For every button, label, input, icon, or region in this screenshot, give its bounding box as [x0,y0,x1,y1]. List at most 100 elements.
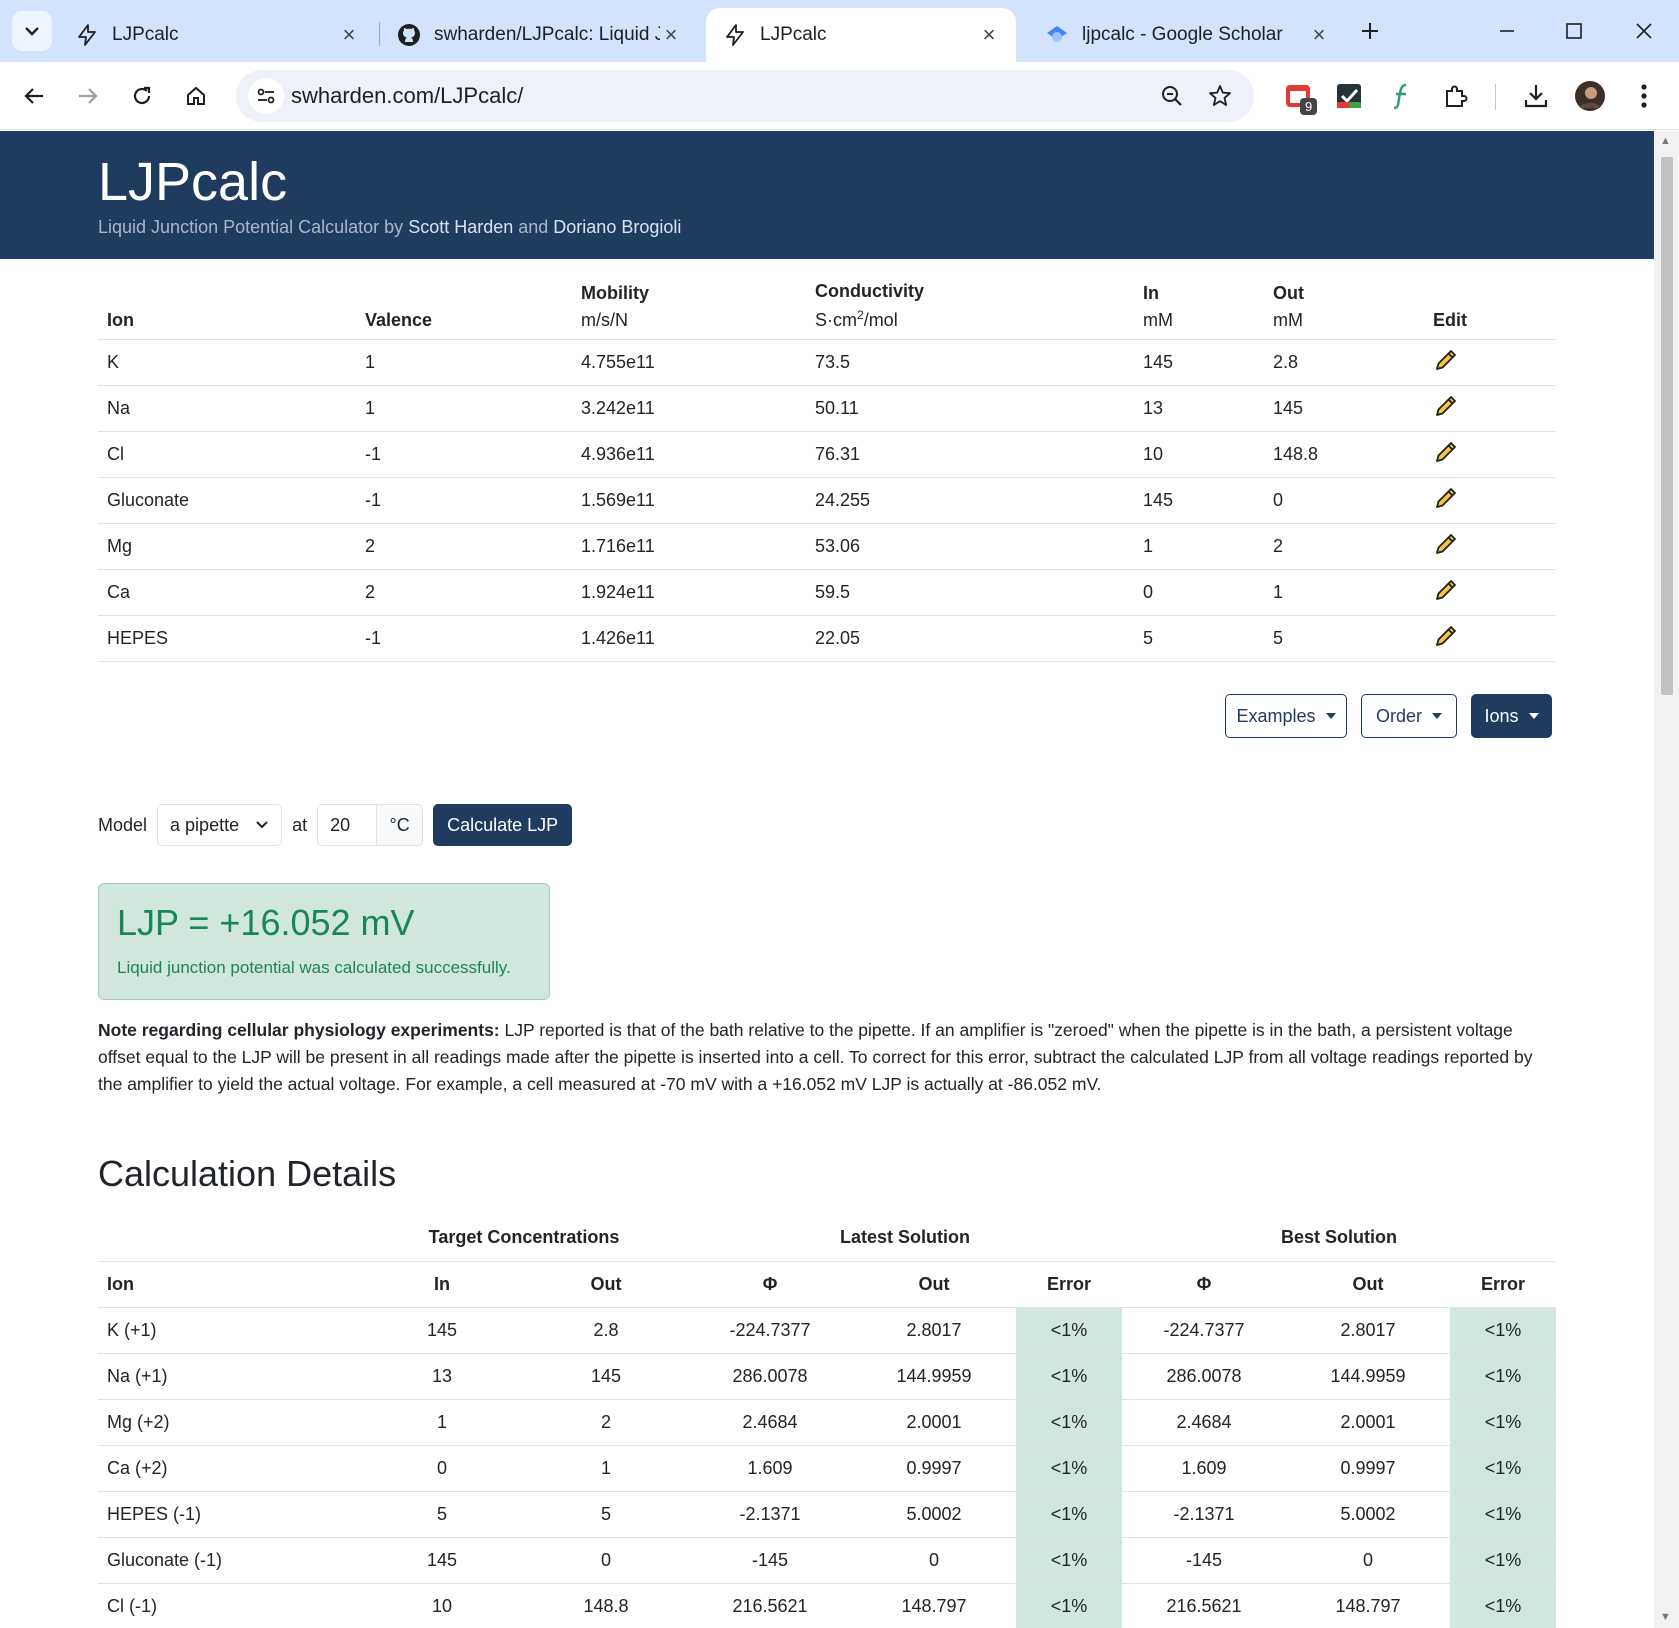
col-target-in: In [360,1261,524,1308]
temperature-input[interactable]: 20 [317,804,378,846]
pencil-edit-icon[interactable] [1433,531,1459,557]
detail-cell-latest-error: <1% [1016,1537,1122,1584]
ion-cell-out: 2.8 [1264,339,1424,386]
out-unit: mM [1273,309,1303,330]
downloads-button[interactable] [1518,78,1554,114]
detail-cell-target-in: 0 [360,1445,524,1492]
minimize-button[interactable] [1487,12,1527,50]
maximize-button[interactable] [1554,12,1594,50]
ion-cell-conductivity: 22.05 [806,615,1134,662]
maximize-icon [1566,23,1582,39]
detail-cell-target-out: 1 [524,1445,688,1492]
col-ion: Ion [98,1261,360,1308]
detail-cell-best-error: <1% [1450,1583,1556,1628]
ions-dropdown-button[interactable]: Ions [1471,694,1552,738]
new-tab-button[interactable] [1350,12,1390,50]
detail-row: Gluconate (-1) 145 0 -145 0 <1% -145 0 <1% [98,1537,1556,1584]
checkbox-extension-icon [1337,84,1361,108]
pencil-edit-icon[interactable] [1433,485,1459,511]
close-icon[interactable]: × [660,22,682,47]
pencil-edit-icon[interactable] [1433,439,1459,465]
pencil-edit-icon[interactable] [1433,393,1459,419]
column-header-row: Ion In Out Φ Out Error Φ Out Error [98,1261,1556,1308]
scroll-up-arrow-icon[interactable]: ▲ [1660,135,1671,147]
ion-cell-conductivity: 73.5 [806,339,1134,386]
order-dropdown-button[interactable]: Order [1361,694,1457,738]
ion-cell-in: 10 [1134,431,1264,478]
ljp-result-value: LJP = +16.052 mV [117,902,415,943]
site-info-icon[interactable] [248,78,284,114]
tab-2[interactable]: swharden/LJPcalc: Liquid Ju × [380,8,698,62]
close-icon [1636,23,1652,39]
group-target-concentrations: Target Concentrations [360,1215,688,1262]
detail-row: K (+1) 145 2.8 -224.7377 2.8017 <1% -224.7377 2… [98,1307,1556,1354]
ion-cell-ion: HEPES [98,615,356,662]
author-link-scott-harden[interactable]: Scott Harden [408,217,513,237]
note-heading: Note regarding cellular physiology exper… [98,1020,500,1040]
tab-search-button[interactable] [12,11,52,51]
group-best-solution: Best Solution [1122,1215,1556,1262]
ion-cell-valence: -1 [356,477,572,524]
home-icon [187,86,205,105]
model-select[interactable]: a pipette [157,804,283,846]
forward-button[interactable] [66,74,110,118]
ion-cell-mobility: 1.716e11 [572,523,806,570]
bookmark-star-icon[interactable] [1204,80,1236,112]
detail-cell-target-in: 145 [360,1307,524,1354]
close-icon[interactable]: × [978,22,1000,47]
caret-down-icon [1528,713,1539,719]
close-icon[interactable]: × [1308,22,1330,47]
detail-cell-ion: Cl (-1) [98,1583,360,1628]
page-title: LJPcalc [98,152,288,212]
ion-cell-conductivity: 50.11 [806,385,1134,432]
detail-cell-best-out: 2.0001 [1286,1399,1450,1446]
detail-cell-best-phi: 2.4684 [1122,1399,1286,1446]
caret-down-icon [1432,713,1442,719]
scrollbar-thumb[interactable] [1661,157,1673,695]
extension-todo-button[interactable] [1331,78,1367,114]
detail-cell-best-out: 5.0002 [1286,1491,1450,1538]
extension-badge: 9 [1300,98,1318,115]
examples-dropdown-button[interactable]: Examples [1225,694,1347,738]
detail-cell-ion: Mg (+2) [98,1399,360,1446]
tab-3-active[interactable]: LJPcalc × [706,8,1016,62]
close-icon[interactable]: × [338,22,360,47]
detail-cell-best-phi: -145 [1122,1537,1286,1584]
pencil-edit-icon[interactable] [1433,347,1459,373]
ion-cell-mobility: 3.242e11 [572,385,806,432]
header-out: Out mM [1264,271,1424,340]
extension-calendar-button[interactable]: 9 [1280,78,1318,115]
home-button[interactable] [174,74,218,118]
detail-cell-ion: K (+1) [98,1307,360,1354]
scroll-down-arrow-icon[interactable]: ▼ [1660,1611,1671,1623]
header-in: In mM [1134,271,1264,340]
extension-formula-button[interactable] [1384,78,1420,114]
author-link-doriano-brogioli[interactable]: Doriano Brogioli [553,217,681,237]
zoom-icon[interactable] [1156,80,1188,112]
detail-cell-latest-out: 0 [852,1537,1016,1584]
page-scrollbar[interactable]: ▲ ▼ [1654,131,1679,1628]
ion-cell-mobility: 1.569e11 [572,477,806,524]
back-button[interactable] [12,74,56,118]
ion-cell-out: 145 [1264,385,1424,432]
bolt-icon [74,22,100,48]
tab-title: ljpcalc - Google Scholar [1082,24,1283,45]
url-text[interactable]: swharden.com/LJPcalc/ [291,83,523,109]
extensions-button[interactable] [1438,78,1474,114]
minimize-icon [1500,30,1514,32]
browser-menu-button[interactable] [1626,78,1662,114]
ion-cell-mobility: 1.924e11 [572,569,806,616]
ion-cell-in: 0 [1134,569,1264,616]
pencil-edit-icon[interactable] [1433,577,1459,603]
tab-4[interactable]: ljpcalc - Google Scholar × [1028,8,1346,62]
profile-avatar[interactable] [1572,78,1608,114]
tab-1[interactable]: LJPcalc × [58,8,376,62]
pencil-edit-icon[interactable] [1433,623,1459,649]
address-bar[interactable]: swharden.com/LJPcalc/ [236,70,1254,122]
close-window-button[interactable] [1624,12,1664,50]
col-latest-error: Error [1016,1261,1122,1308]
ljp-result-message: Liquid junction potential was calculated… [117,958,511,977]
reload-button[interactable] [120,74,164,118]
avatar-icon [1575,81,1605,111]
calculate-ljp-button[interactable]: Calculate LJP [433,804,573,846]
